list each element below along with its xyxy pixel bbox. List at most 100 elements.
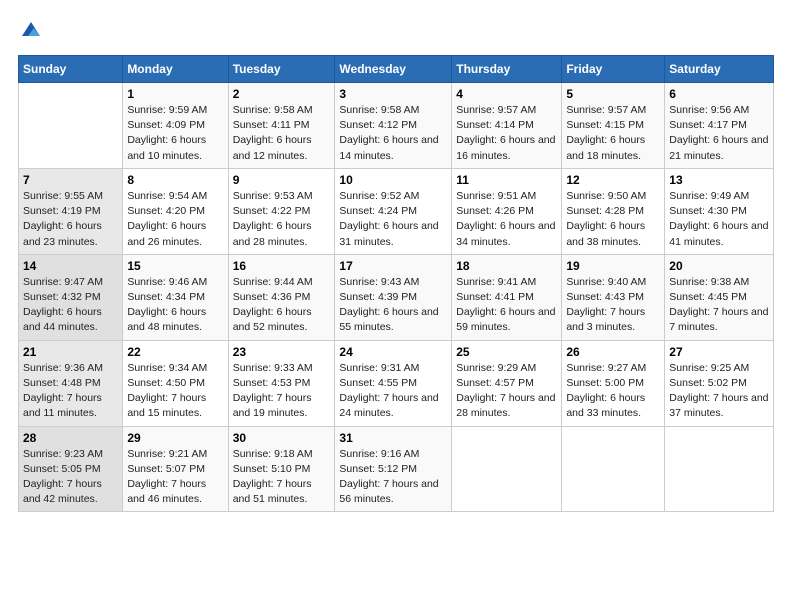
day-number: 17 xyxy=(339,259,447,273)
day-info: Sunrise: 9:23 AMSunset: 5:05 PMDaylight:… xyxy=(23,447,118,508)
day-number: 11 xyxy=(456,173,557,187)
day-number: 29 xyxy=(127,431,223,445)
day-number: 14 xyxy=(23,259,118,273)
day-number: 9 xyxy=(233,173,331,187)
calendar-cell: 19Sunrise: 9:40 AMSunset: 4:43 PMDayligh… xyxy=(562,254,665,340)
day-info: Sunrise: 9:21 AMSunset: 5:07 PMDaylight:… xyxy=(127,447,223,508)
calendar-cell: 20Sunrise: 9:38 AMSunset: 4:45 PMDayligh… xyxy=(665,254,774,340)
day-info: Sunrise: 9:27 AMSunset: 5:00 PMDaylight:… xyxy=(566,361,660,422)
calendar-cell: 23Sunrise: 9:33 AMSunset: 4:53 PMDayligh… xyxy=(228,340,335,426)
calendar-cell: 3 Sunrise: 9:58 AMSunset: 4:12 PMDaylight… xyxy=(335,83,452,169)
calendar-cell: 16 Sunrise: 9:44 AMSunset: 4:36 PMDayligh… xyxy=(228,254,335,340)
day-info: Sunrise: 9:58 AMSunset: 4:11 PMDaylight:… xyxy=(233,103,331,164)
day-number: 13 xyxy=(669,173,769,187)
calendar-cell: 11 Sunrise: 9:51 AMSunset: 4:26 PMDayligh… xyxy=(452,168,562,254)
calendar-cell: 2 Sunrise: 9:58 AMSunset: 4:11 PMDaylight… xyxy=(228,83,335,169)
logo-text xyxy=(18,18,42,45)
header-cell-tuesday: Tuesday xyxy=(228,56,335,83)
calendar-cell: 15Sunrise: 9:46 AMSunset: 4:34 PMDayligh… xyxy=(123,254,228,340)
calendar-cell: 28 Sunrise: 9:23 AMSunset: 5:05 PMDayligh… xyxy=(19,426,123,512)
day-info: Sunrise: 9:16 AMSunset: 5:12 PMDaylight:… xyxy=(339,447,447,508)
day-number: 24 xyxy=(339,345,447,359)
calendar-cell xyxy=(19,83,123,169)
calendar-cell: 6 Sunrise: 9:56 AMSunset: 4:17 PMDaylight… xyxy=(665,83,774,169)
week-row-1: 7Sunrise: 9:55 AMSunset: 4:19 PMDaylight… xyxy=(19,168,774,254)
day-info: Sunrise: 9:44 AMSunset: 4:36 PMDaylight:… xyxy=(233,275,331,336)
day-info: Sunrise: 9:59 AMSunset: 4:09 PMDaylight:… xyxy=(127,103,223,164)
week-row-0: 1 Sunrise: 9:59 AMSunset: 4:09 PMDaylight… xyxy=(19,83,774,169)
calendar-cell: 12 Sunrise: 9:50 AMSunset: 4:28 PMDayligh… xyxy=(562,168,665,254)
calendar-cell: 17 Sunrise: 9:43 AMSunset: 4:39 PMDayligh… xyxy=(335,254,452,340)
day-info: Sunrise: 9:56 AMSunset: 4:17 PMDaylight:… xyxy=(669,103,769,164)
calendar-cell: 1 Sunrise: 9:59 AMSunset: 4:09 PMDaylight… xyxy=(123,83,228,169)
header-cell-sunday: Sunday xyxy=(19,56,123,83)
calendar-cell: 18Sunrise: 9:41 AMSunset: 4:41 PMDayligh… xyxy=(452,254,562,340)
day-number: 16 xyxy=(233,259,331,273)
day-number: 6 xyxy=(669,87,769,101)
calendar-cell: 29 Sunrise: 9:21 AMSunset: 5:07 PMDayligh… xyxy=(123,426,228,512)
day-info: Sunrise: 9:25 AMSunset: 5:02 PMDaylight:… xyxy=(669,361,769,422)
day-number: 10 xyxy=(339,173,447,187)
calendar-cell: 4 Sunrise: 9:57 AMSunset: 4:14 PMDaylight… xyxy=(452,83,562,169)
day-info: Sunrise: 9:57 AMSunset: 4:14 PMDaylight:… xyxy=(456,103,557,164)
calendar-cell: 8Sunrise: 9:54 AMSunset: 4:20 PMDaylight… xyxy=(123,168,228,254)
calendar-cell: 10 Sunrise: 9:52 AMSunset: 4:24 PMDayligh… xyxy=(335,168,452,254)
header-cell-saturday: Saturday xyxy=(665,56,774,83)
day-number: 21 xyxy=(23,345,118,359)
calendar-cell: 26 Sunrise: 9:27 AMSunset: 5:00 PMDayligh… xyxy=(562,340,665,426)
day-info: Sunrise: 9:58 AMSunset: 4:12 PMDaylight:… xyxy=(339,103,447,164)
day-number: 5 xyxy=(566,87,660,101)
logo xyxy=(18,18,42,45)
day-number: 19 xyxy=(566,259,660,273)
day-number: 30 xyxy=(233,431,331,445)
header-cell-wednesday: Wednesday xyxy=(335,56,452,83)
day-number: 15 xyxy=(127,259,223,273)
calendar-cell: 9Sunrise: 9:53 AMSunset: 4:22 PMDaylight… xyxy=(228,168,335,254)
day-number: 22 xyxy=(127,345,223,359)
day-info: Sunrise: 9:18 AMSunset: 5:10 PMDaylight:… xyxy=(233,447,331,508)
day-number: 4 xyxy=(456,87,557,101)
day-info: Sunrise: 9:33 AMSunset: 4:53 PMDaylight:… xyxy=(233,361,331,422)
day-info: Sunrise: 9:51 AMSunset: 4:26 PMDaylight:… xyxy=(456,189,557,250)
day-info: Sunrise: 9:38 AMSunset: 4:45 PMDaylight:… xyxy=(669,275,769,336)
calendar-cell: 13 Sunrise: 9:49 AMSunset: 4:30 PMDayligh… xyxy=(665,168,774,254)
week-row-2: 14 Sunrise: 9:47 AMSunset: 4:32 PMDayligh… xyxy=(19,254,774,340)
calendar-cell: 31 Sunrise: 9:16 AMSunset: 5:12 PMDayligh… xyxy=(335,426,452,512)
day-info: Sunrise: 9:50 AMSunset: 4:28 PMDaylight:… xyxy=(566,189,660,250)
calendar-cell: 30 Sunrise: 9:18 AMSunset: 5:10 PMDayligh… xyxy=(228,426,335,512)
calendar-body: 1 Sunrise: 9:59 AMSunset: 4:09 PMDaylight… xyxy=(19,83,774,512)
day-number: 26 xyxy=(566,345,660,359)
day-info: Sunrise: 9:47 AMSunset: 4:32 PMDaylight:… xyxy=(23,275,118,336)
week-row-3: 21 Sunrise: 9:36 AMSunset: 4:48 PMDayligh… xyxy=(19,340,774,426)
calendar-cell xyxy=(562,426,665,512)
calendar-cell: 21 Sunrise: 9:36 AMSunset: 4:48 PMDayligh… xyxy=(19,340,123,426)
calendar-cell: 14 Sunrise: 9:47 AMSunset: 4:32 PMDayligh… xyxy=(19,254,123,340)
calendar-cell: 5Sunrise: 9:57 AMSunset: 4:15 PMDaylight… xyxy=(562,83,665,169)
day-number: 3 xyxy=(339,87,447,101)
day-number: 1 xyxy=(127,87,223,101)
day-number: 28 xyxy=(23,431,118,445)
day-info: Sunrise: 9:43 AMSunset: 4:39 PMDaylight:… xyxy=(339,275,447,336)
logo-icon xyxy=(20,18,42,40)
day-number: 7 xyxy=(23,173,118,187)
day-info: Sunrise: 9:49 AMSunset: 4:30 PMDaylight:… xyxy=(669,189,769,250)
day-number: 27 xyxy=(669,345,769,359)
week-row-4: 28 Sunrise: 9:23 AMSunset: 5:05 PMDayligh… xyxy=(19,426,774,512)
calendar-cell: 25Sunrise: 9:29 AMSunset: 4:57 PMDayligh… xyxy=(452,340,562,426)
day-info: Sunrise: 9:54 AMSunset: 4:20 PMDaylight:… xyxy=(127,189,223,250)
day-info: Sunrise: 9:36 AMSunset: 4:48 PMDaylight:… xyxy=(23,361,118,422)
day-number: 2 xyxy=(233,87,331,101)
header-cell-thursday: Thursday xyxy=(452,56,562,83)
day-number: 31 xyxy=(339,431,447,445)
day-info: Sunrise: 9:52 AMSunset: 4:24 PMDaylight:… xyxy=(339,189,447,250)
header-row: SundayMondayTuesdayWednesdayThursdayFrid… xyxy=(19,56,774,83)
day-number: 25 xyxy=(456,345,557,359)
day-info: Sunrise: 9:41 AMSunset: 4:41 PMDaylight:… xyxy=(456,275,557,336)
calendar-cell xyxy=(665,426,774,512)
calendar-cell: 24 Sunrise: 9:31 AMSunset: 4:55 PMDayligh… xyxy=(335,340,452,426)
calendar-header: SundayMondayTuesdayWednesdayThursdayFrid… xyxy=(19,56,774,83)
calendar-cell: 27 Sunrise: 9:25 AMSunset: 5:02 PMDayligh… xyxy=(665,340,774,426)
day-info: Sunrise: 9:31 AMSunset: 4:55 PMDaylight:… xyxy=(339,361,447,422)
calendar-cell: 22Sunrise: 9:34 AMSunset: 4:50 PMDayligh… xyxy=(123,340,228,426)
day-number: 12 xyxy=(566,173,660,187)
